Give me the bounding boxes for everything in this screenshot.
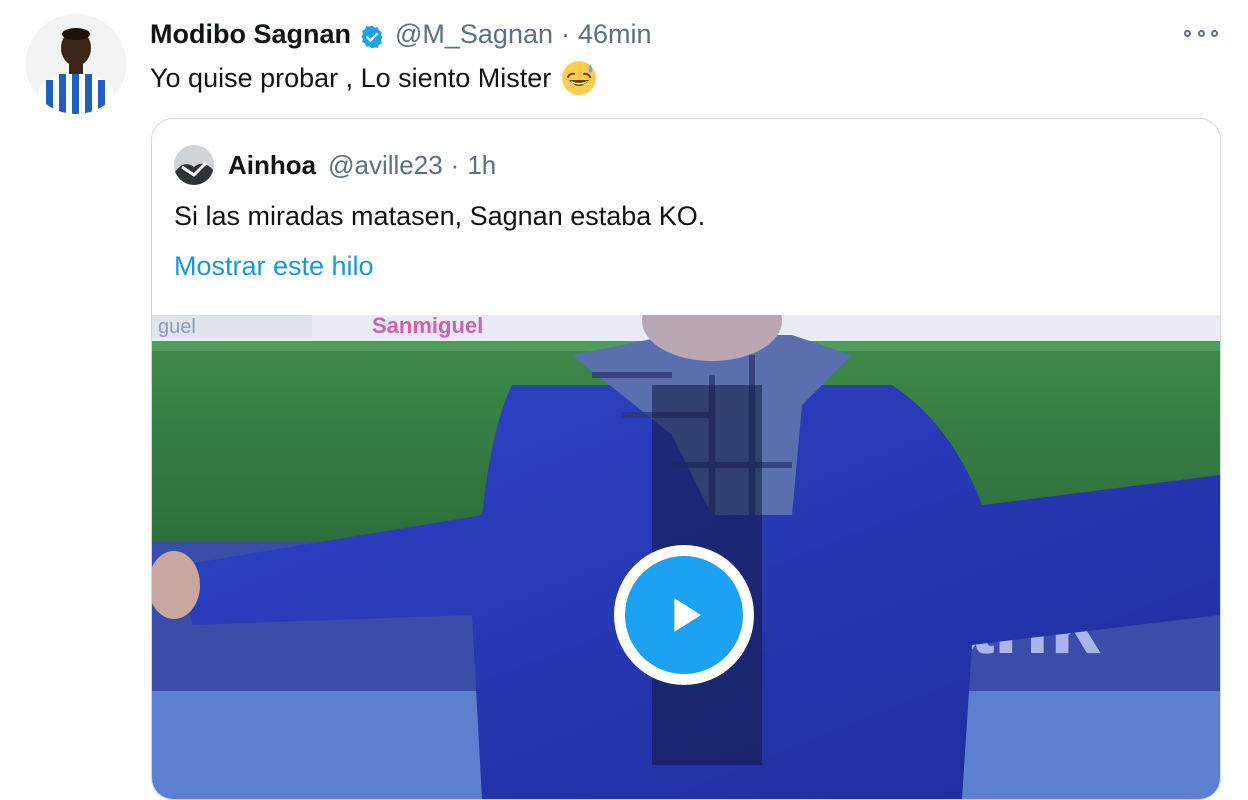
- author-avatar[interactable]: [26, 14, 126, 114]
- tweet-text: Yo quise probar , Lo siento Mister: [150, 63, 552, 93]
- svg-text:guel: guel: [158, 316, 196, 338]
- quoted-tweet-header: Ainhoa @aville23 · 1h: [174, 145, 496, 185]
- more-options-icon[interactable]: [1184, 24, 1218, 42]
- play-button[interactable]: [614, 545, 754, 685]
- quoted-author-avatar: [174, 145, 214, 185]
- separator-dot: ·: [450, 149, 460, 180]
- quoted-tweet-text: Si las miradas matasen, Sagnan estaba KO…: [174, 201, 706, 231]
- tweet-body: Yo quise probar , Lo siento Mister: [150, 58, 597, 98]
- separator-dot: ·: [561, 19, 570, 49]
- video-thumbnail[interactable]: guel Sanmiguel ank: [152, 315, 1220, 799]
- tweet-container[interactable]: Modibo Sagnan @M_Sagnan · 46min Yo quise…: [0, 0, 1248, 800]
- play-icon[interactable]: [625, 556, 743, 674]
- author-handle[interactable]: @M_Sagnan: [395, 14, 553, 54]
- quoted-author-name: Ainhoa: [228, 149, 317, 180]
- svg-text:Sanmiguel: Sanmiguel: [372, 315, 483, 338]
- show-thread-link[interactable]: Mostrar este hilo: [174, 247, 374, 285]
- grinning-face-with-sweat-icon: [561, 60, 597, 96]
- quoted-tweet-timestamp: 1h: [467, 149, 497, 180]
- tweet-timestamp[interactable]: 46min: [578, 14, 652, 54]
- quoted-tweet-card[interactable]: Ainhoa @aville23 · 1h Si las miradas mat…: [151, 118, 1221, 800]
- tweet-header: Modibo Sagnan @M_Sagnan · 46min: [150, 14, 652, 54]
- verified-badge-icon: [359, 21, 385, 49]
- author-name[interactable]: Modibo Sagnan: [150, 14, 351, 54]
- quoted-author-handle: @aville23: [328, 149, 443, 180]
